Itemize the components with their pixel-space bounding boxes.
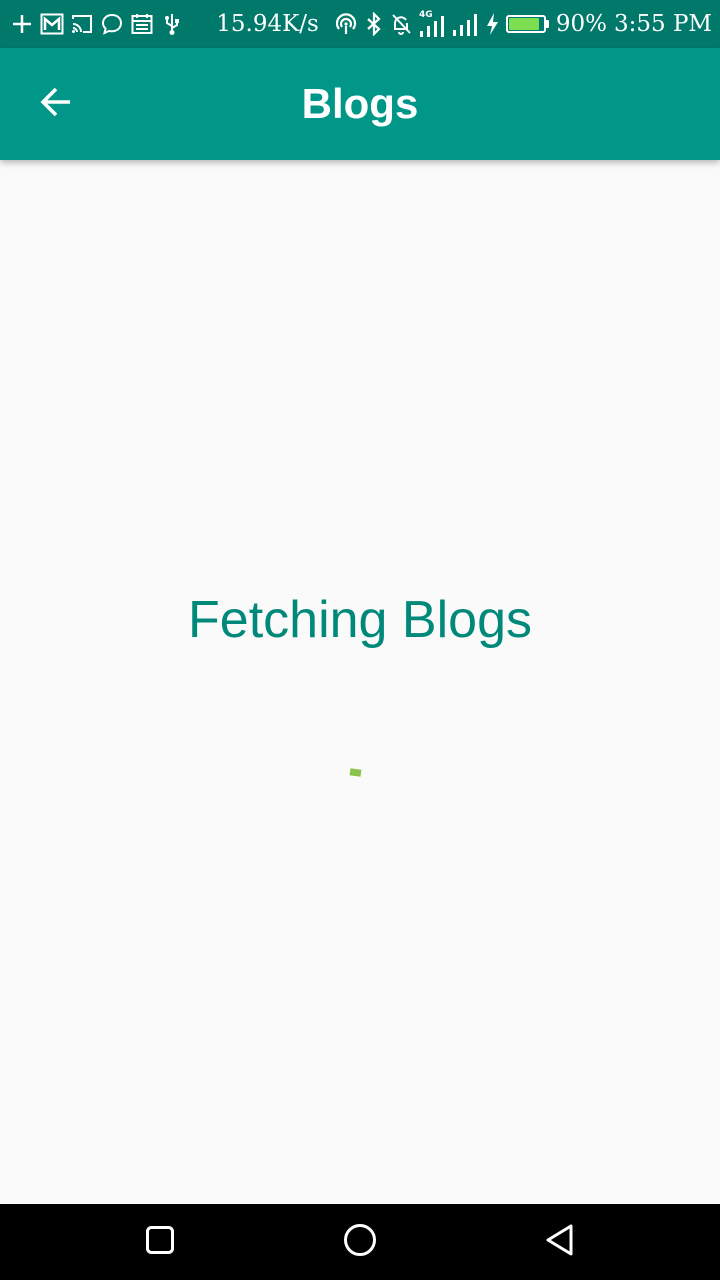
charging-icon (485, 12, 499, 36)
home-icon (343, 1223, 377, 1262)
battery-tip (545, 20, 549, 28)
status-bar-notifications (10, 0, 184, 48)
network-speed: 15.94K/s (216, 11, 319, 37)
loading-message: Fetching Blogs (188, 591, 532, 649)
notifications-off-icon (390, 12, 412, 36)
loading-spinner (349, 768, 362, 777)
clock: 3:55 PM (614, 11, 712, 37)
gmail-icon (40, 12, 64, 36)
signal-icon (452, 12, 478, 36)
hotspot-icon (334, 12, 358, 36)
calendar-icon (130, 12, 154, 36)
cast-icon (70, 12, 94, 36)
battery-icon (505, 15, 549, 33)
battery-percent: 90% (555, 11, 607, 37)
signal-4g-icon: 4G (419, 10, 445, 37)
status-bar: 15.94K/s 4G 90% 3:55 PM (0, 0, 720, 48)
app-bar: Blogs (0, 48, 720, 160)
usb-icon (160, 12, 184, 36)
status-bar-system: 15.94K/s 4G 90% 3:55 PM (216, 0, 712, 48)
battery-fill (508, 18, 540, 30)
battery-body (505, 15, 546, 33)
main-content: Fetching Blogs (0, 160, 720, 1204)
back-icon (544, 1223, 576, 1262)
network-type: 4G (419, 10, 433, 20)
home-button[interactable] (332, 1214, 388, 1270)
bluetooth-icon (365, 12, 383, 36)
page-title: Blogs (301, 80, 419, 127)
navigation-bar (0, 1204, 720, 1280)
message-icon (100, 12, 124, 36)
recents-icon (145, 1225, 175, 1260)
nav-back-button[interactable] (532, 1214, 588, 1270)
plus-icon (10, 12, 34, 36)
recents-button[interactable] (132, 1214, 188, 1270)
